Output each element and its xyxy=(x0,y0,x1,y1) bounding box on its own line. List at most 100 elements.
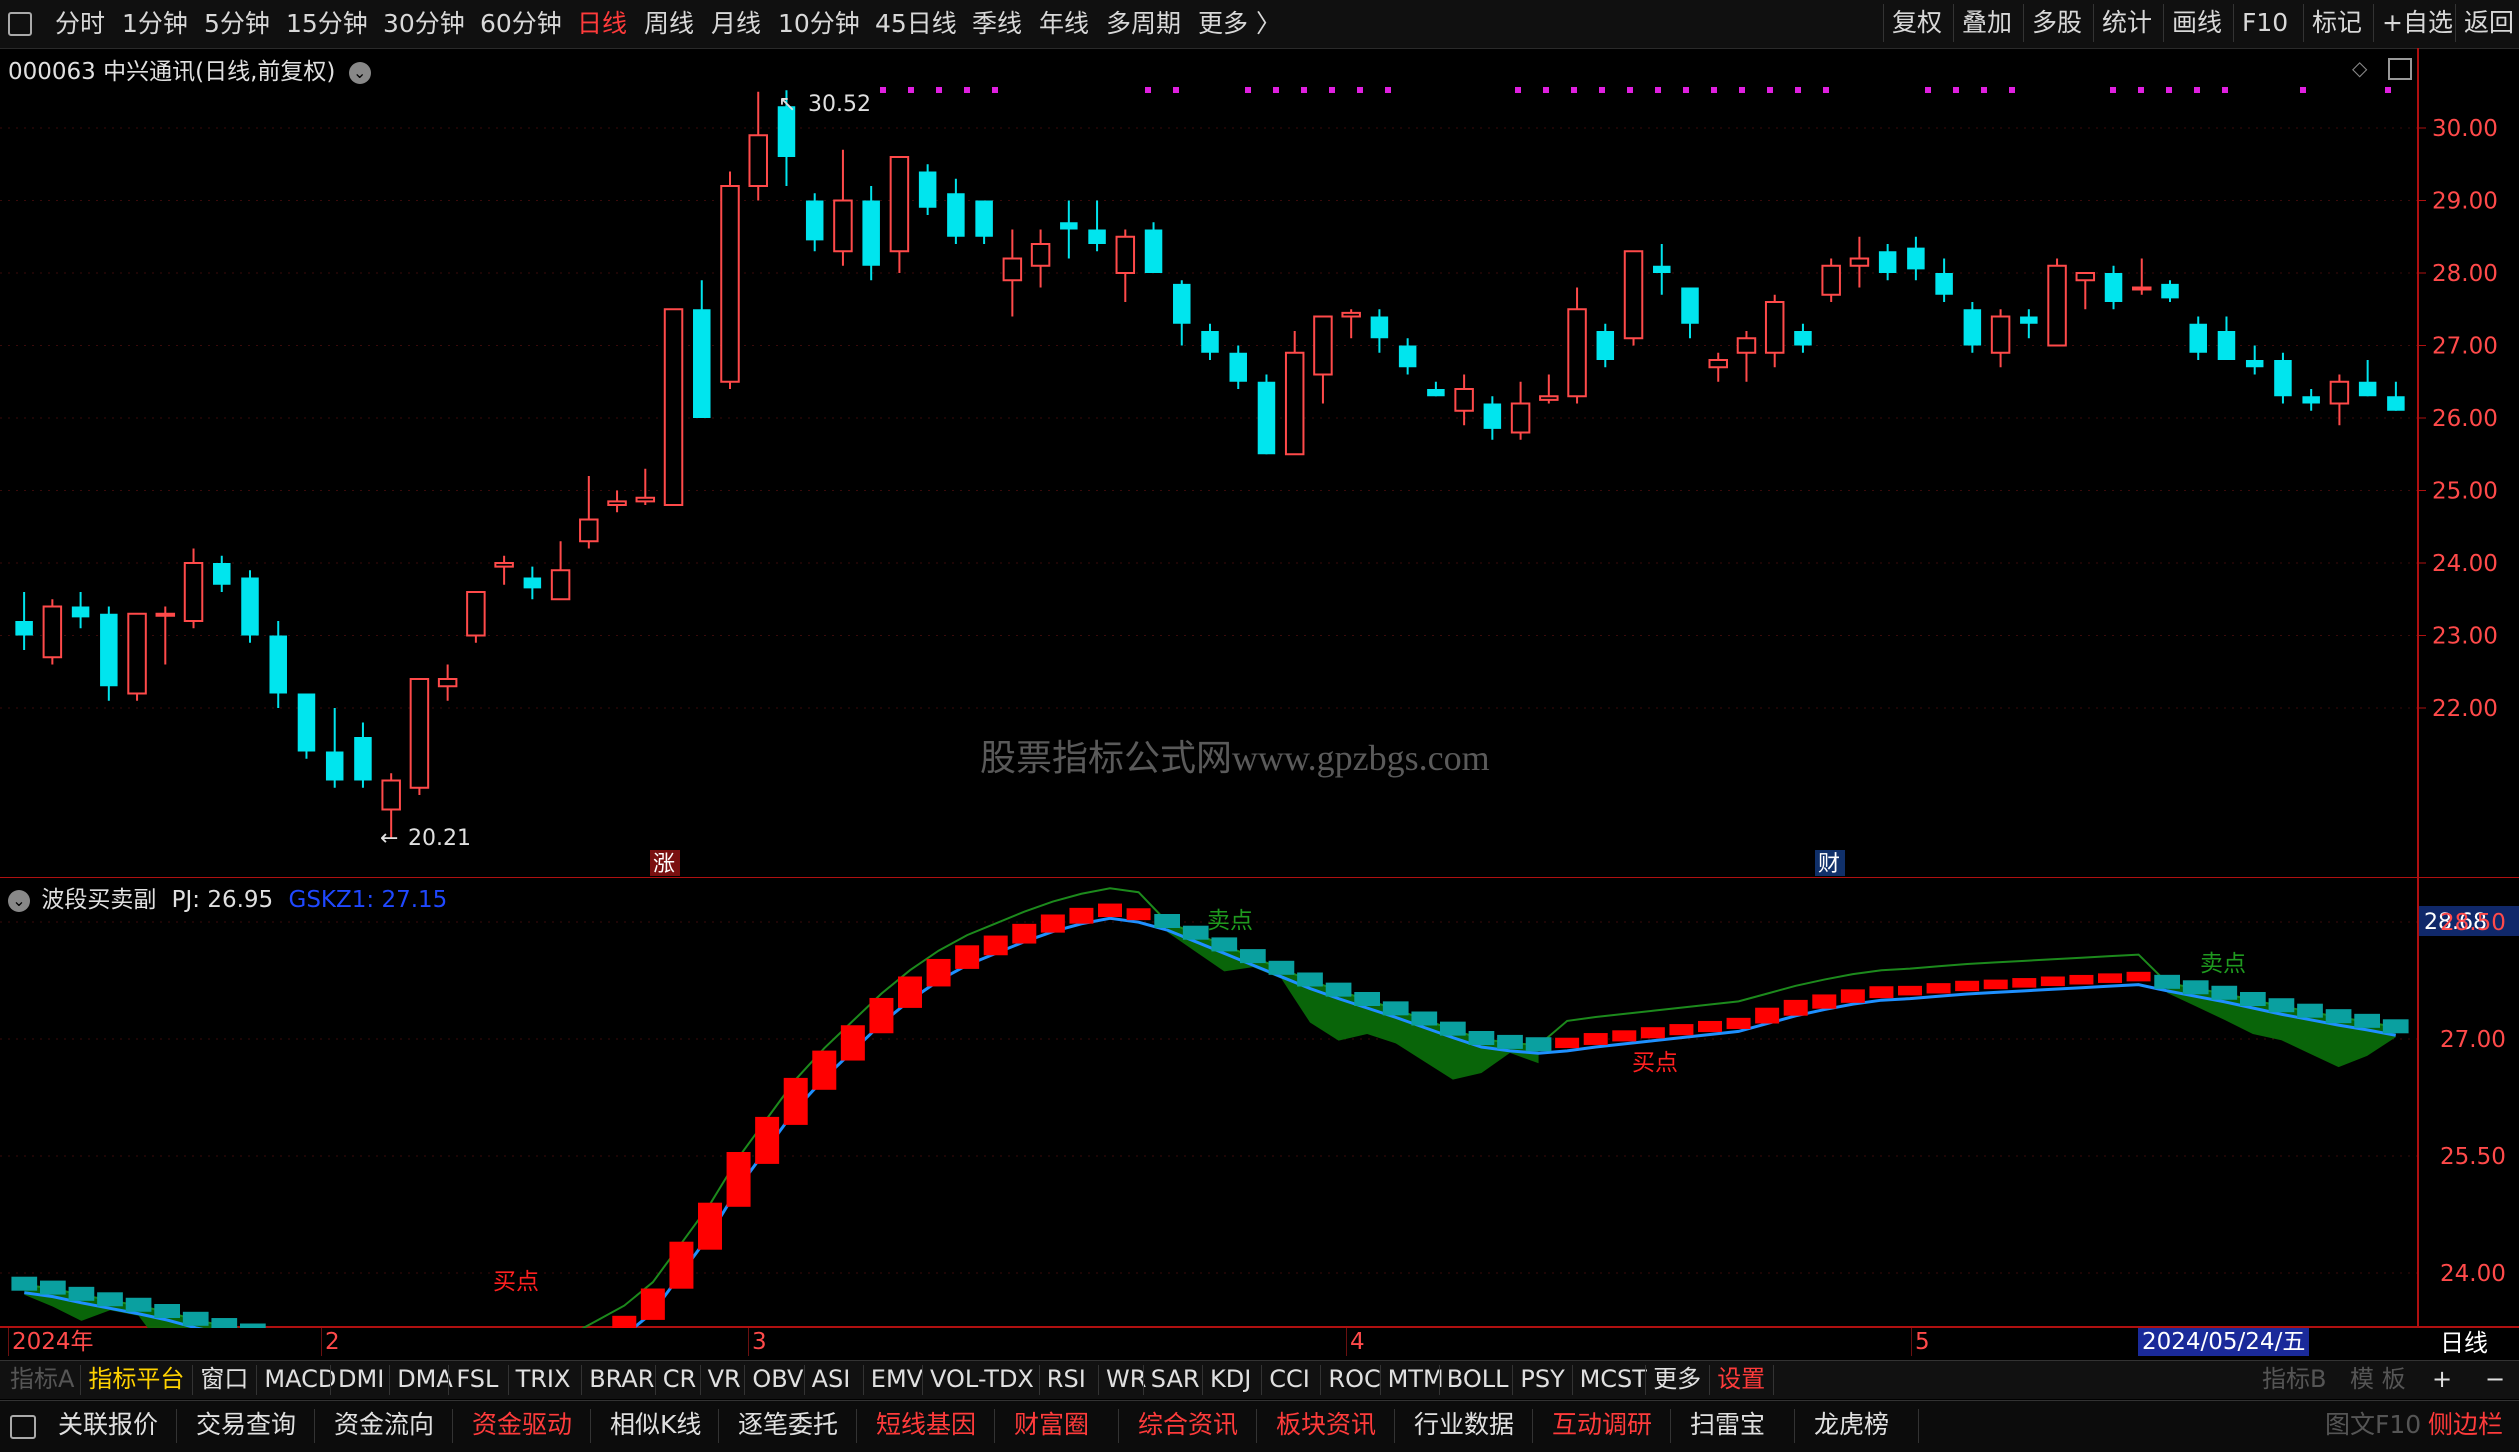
tool-6[interactable]: 标记 xyxy=(2303,4,2370,42)
bottom-item-5[interactable]: 逐笔委托 xyxy=(738,1407,838,1443)
tool-5[interactable]: F10 xyxy=(2233,4,2296,42)
indicator-tab-14[interactable]: VOL-TDX xyxy=(930,1361,1034,1397)
bottom-right-0[interactable]: 图文F10 xyxy=(2325,1407,2421,1443)
candle xyxy=(2047,258,2067,347)
bottom-item-1[interactable]: 交易查询 xyxy=(196,1407,296,1443)
cai-marker[interactable]: 财 xyxy=(1818,852,1840,877)
candle xyxy=(409,678,430,795)
indicator-tab-20[interactable]: ROC xyxy=(1328,1361,1380,1397)
indicator-tab-11[interactable]: OBV xyxy=(752,1361,803,1397)
bottom-item-3[interactable]: 资金驱动 xyxy=(472,1407,572,1443)
price-label-6: 24.00 xyxy=(2432,551,2498,577)
period-5[interactable]: 60分钟 xyxy=(480,8,562,40)
indicator-tab-right-3[interactable]: − xyxy=(2485,1361,2505,1397)
bottom-item-12[interactable]: 扫雷宝 xyxy=(1690,1407,1765,1443)
tool-0[interactable]: 复权 xyxy=(1883,4,1950,42)
candle xyxy=(1088,200,1106,252)
period-0[interactable]: 分时 xyxy=(55,8,105,40)
indicator-tab-3[interactable]: MACD xyxy=(264,1361,336,1397)
candle xyxy=(1764,294,1785,368)
period-8[interactable]: 月线 xyxy=(711,8,761,40)
indicator-tab-2[interactable]: 窗口 xyxy=(200,1361,248,1397)
indicator-tab-22[interactable]: BOLL xyxy=(1447,1361,1509,1397)
period-2[interactable]: 5分钟 xyxy=(204,8,270,40)
indicator-tab-18[interactable]: KDJ xyxy=(1210,1361,1251,1397)
indicator-tab-4[interactable]: DMI xyxy=(338,1361,384,1397)
zhang-marker[interactable]: 涨 xyxy=(653,852,675,877)
sell-block xyxy=(1525,1037,1552,1052)
period-indicator[interactable]: 日线 xyxy=(2440,1328,2488,1358)
period-12[interactable]: 年线 xyxy=(1039,8,1089,40)
period-14[interactable]: 更多 〉 xyxy=(1198,8,1281,40)
period-9[interactable]: 10分钟 xyxy=(778,8,860,40)
bottom-item-13[interactable]: 龙虎榜 xyxy=(1814,1407,1889,1443)
bottom-separator xyxy=(452,1409,453,1443)
buy-block xyxy=(1840,989,1865,1003)
bottom-item-11[interactable]: 互动调研 xyxy=(1552,1407,1652,1443)
signal-dot xyxy=(2222,87,2228,93)
period-7[interactable]: 周线 xyxy=(644,8,694,40)
indicator-tab-23[interactable]: PSY xyxy=(1520,1361,1564,1397)
indicator-tab-10[interactable]: VR xyxy=(708,1361,741,1397)
bottom-item-2[interactable]: 资金流向 xyxy=(334,1407,434,1443)
period-4[interactable]: 30分钟 xyxy=(383,8,465,40)
date-label-2: 3 xyxy=(752,1329,767,1355)
bottom-item-8[interactable]: 综合资讯 xyxy=(1138,1407,1238,1443)
indicator-tab-6[interactable]: FSL xyxy=(456,1361,498,1397)
candle xyxy=(1427,381,1445,397)
buy-block xyxy=(812,1050,837,1090)
sell-block xyxy=(2354,1013,2380,1028)
period-3[interactable]: 15分钟 xyxy=(286,8,368,40)
tool-7[interactable]: +自选 xyxy=(2373,4,2461,42)
indicator-tab-9[interactable]: CR xyxy=(663,1361,696,1397)
indicator-tab-15[interactable]: RSI xyxy=(1047,1361,1086,1397)
sell-block xyxy=(2268,998,2295,1013)
indicator-tab-right-2[interactable]: + xyxy=(2432,1361,2452,1397)
indicator-tab-13[interactable]: EMV xyxy=(871,1361,923,1397)
indicator-tab-8[interactable]: BRAR xyxy=(589,1361,654,1397)
indicator-tab-21[interactable]: MTM xyxy=(1388,1361,1444,1397)
period-11[interactable]: 季线 xyxy=(972,8,1022,40)
indicator-tab-1[interactable]: 指标平台 xyxy=(88,1361,184,1397)
indicator-tab-5[interactable]: DMA xyxy=(397,1361,453,1397)
bottom-item-9[interactable]: 板块资讯 xyxy=(1276,1407,1376,1443)
buy-block xyxy=(1783,999,1808,1016)
indicator-tab-7[interactable]: TRIX xyxy=(516,1361,571,1397)
period-1[interactable]: 1分钟 xyxy=(122,8,188,40)
sell-block xyxy=(1468,1031,1495,1045)
bottom-item-0[interactable]: 关联报价 xyxy=(58,1407,158,1443)
tool-3[interactable]: 统计 xyxy=(2093,4,2160,42)
signal-dot xyxy=(1981,87,1987,93)
signal-dot xyxy=(1173,87,1179,93)
indicator-tab-26[interactable]: 设置 xyxy=(1717,1361,1765,1397)
bottom-item-4[interactable]: 相似K线 xyxy=(610,1407,701,1443)
indicator-tab-17[interactable]: SAR xyxy=(1151,1361,1200,1397)
bottom-right-1[interactable]: 侧边栏 xyxy=(2428,1407,2503,1443)
indicator-tab-0[interactable]: 指标A xyxy=(10,1361,74,1397)
tool-1[interactable]: 叠加 xyxy=(1953,4,2020,42)
tool-2[interactable]: 多股 xyxy=(2023,4,2090,42)
indicator-tab-19[interactable]: CCI xyxy=(1269,1361,1310,1397)
indicator-tab-12[interactable]: ASI xyxy=(812,1361,851,1397)
tool-4[interactable]: 画线 xyxy=(2163,4,2230,42)
candle xyxy=(213,555,231,592)
period-10[interactable]: 45日线 xyxy=(875,8,957,40)
indicator-tab-right-0[interactable]: 指标B xyxy=(2262,1361,2326,1397)
candle xyxy=(1060,200,1078,259)
candle xyxy=(1794,323,1812,353)
period-6[interactable]: 日线 xyxy=(577,8,627,40)
panel-icon[interactable] xyxy=(10,1415,36,1439)
bottom-item-10[interactable]: 行业数据 xyxy=(1414,1407,1514,1443)
bottom-item-7[interactable]: 财富圈 xyxy=(1014,1407,1089,1443)
period-13[interactable]: 多周期 xyxy=(1106,8,1181,40)
bottom-separator xyxy=(590,1409,591,1443)
indicator-tab-right-1[interactable]: 模 板 xyxy=(2350,1361,2406,1397)
window-menu-icon[interactable] xyxy=(8,12,32,36)
tool-8[interactable]: 返回 xyxy=(2455,4,2519,42)
indicator-tab-25[interactable]: 更多 xyxy=(1653,1361,1701,1397)
indicator-tab-24[interactable]: MCST xyxy=(1580,1361,1647,1397)
price-label-0: 30.00 xyxy=(2432,116,2498,142)
indicator-tab-16[interactable]: WR xyxy=(1106,1361,1146,1397)
bottom-item-6[interactable]: 短线基因 xyxy=(876,1407,976,1443)
candle xyxy=(71,592,90,629)
